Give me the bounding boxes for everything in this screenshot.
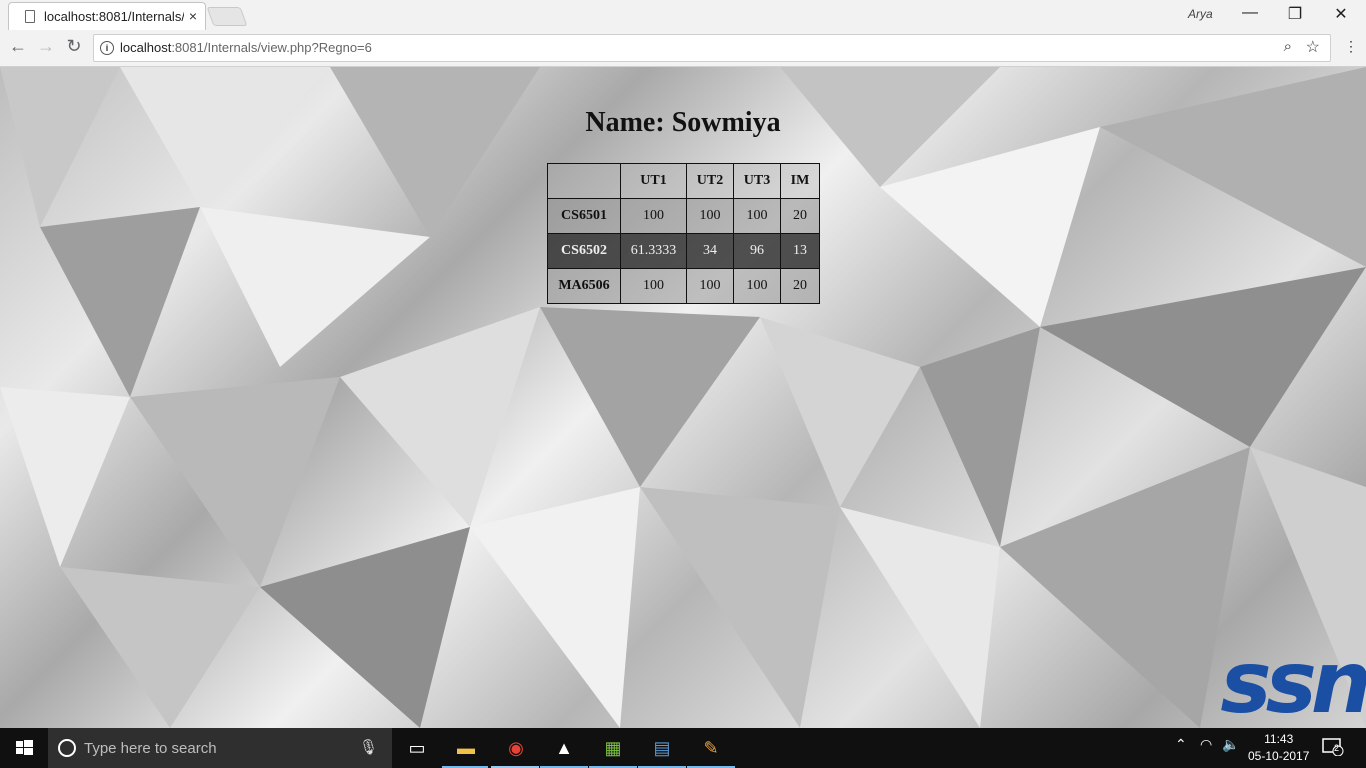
table-row: MA6506 100 100 100 20 [547, 268, 820, 304]
start-button[interactable] [0, 728, 48, 768]
zoom-icon[interactable]: ⌕ [1284, 38, 1292, 55]
notification-count: 2 [1334, 743, 1340, 753]
profile-name[interactable]: Arya [1188, 7, 1213, 21]
back-icon[interactable]: ← [7, 36, 29, 57]
mysql-icon[interactable]: ▤ [648, 734, 676, 762]
file-explorer-icon[interactable]: ▬ [452, 734, 480, 762]
spreadsheet-icon[interactable]: ▦ [599, 734, 627, 762]
ut2-cell: 100 [686, 198, 734, 234]
tab-title: localhost:8081/Internals/ [44, 9, 184, 24]
volume-icon[interactable]: 🔈 [1222, 736, 1239, 753]
header-cell: UT2 [686, 163, 734, 199]
close-window-icon[interactable]: ✕ [1331, 4, 1351, 24]
clock-time: 11:43 [1264, 732, 1294, 746]
new-tab-button[interactable] [206, 7, 248, 26]
table-row: CS6502 61.3333 34 96 13 [547, 233, 820, 269]
wifi-icon[interactable]: ◠ [1200, 736, 1212, 753]
im-cell: 20 [780, 198, 820, 234]
ut1-cell: 100 [620, 198, 687, 234]
address-bar[interactable]: i localhost:8081/Internals/view.php?Regn… [93, 34, 1331, 62]
im-cell: 20 [780, 268, 820, 304]
ssn-logo: ssn [1220, 633, 1366, 728]
ut2-cell: 34 [686, 233, 734, 269]
minimize-icon[interactable]: — [1240, 4, 1260, 22]
subject-cell: CS6502 [547, 233, 621, 269]
browser-tab[interactable]: localhost:8081/Internals/ × [8, 2, 206, 31]
page-icon [25, 10, 35, 23]
header-cell: UT1 [620, 163, 687, 199]
url-host: localhost [120, 40, 172, 55]
ut3-cell: 96 [733, 233, 781, 269]
paint-icon[interactable]: ✎ [697, 734, 725, 762]
cortana-icon[interactable] [58, 739, 76, 757]
address-url[interactable]: localhost:8081/Internals/view.php?Regno=… [120, 40, 372, 55]
table-header-row: UT1 UT2 UT3 IM [547, 163, 820, 199]
im-cell: 13 [780, 233, 820, 269]
header-cell: IM [780, 163, 820, 199]
menu-icon[interactable]: ⋮ [1344, 38, 1358, 55]
table-row: CS6501 100 100 100 20 [547, 198, 820, 234]
search-placeholder: Type here to search [84, 740, 217, 757]
url-path: :8081/Internals/view.php?Regno=6 [171, 40, 372, 55]
clock[interactable]: 11:43 05-10-2017 [1248, 731, 1309, 765]
notification-center-icon[interactable]: 2 [1322, 738, 1344, 757]
taskbar-search[interactable]: Type here to search 🎙 [48, 728, 392, 768]
browser-toolbar: ← → ↻ i localhost:8081/Internals/view.ph… [0, 30, 1366, 67]
taskbar: Type here to search 🎙 ▭ ▬ ◉ ▲ ▦ ▤ ✎ ⌃ ◠ … [0, 728, 1366, 768]
marks-table: UT1 UT2 UT3 IM CS6501 100 100 100 20 CS6… [547, 163, 820, 304]
ut3-cell: 100 [733, 198, 781, 234]
task-view-icon[interactable]: ▭ [403, 734, 431, 762]
microphone-icon[interactable]: 🎙 [359, 738, 378, 756]
ut1-cell: 61.3333 [620, 233, 687, 269]
tab-strip: localhost:8081/Internals/ × Arya — ❐ ✕ [0, 0, 1366, 31]
notification-bubble-icon [1322, 738, 1344, 757]
header-cell [547, 163, 621, 199]
student-name-heading: Name: Sowmiya [585, 107, 781, 138]
tab-close-icon[interactable]: × [189, 8, 197, 24]
forward-icon[interactable]: → [35, 36, 57, 57]
subject-cell: CS6501 [547, 198, 621, 234]
windows-icon [16, 740, 33, 755]
reload-icon[interactable]: ↻ [63, 36, 85, 57]
chrome-icon[interactable]: ◉ [502, 734, 530, 762]
show-hidden-icons[interactable]: ⌃ [1175, 736, 1187, 753]
ut2-cell: 100 [686, 268, 734, 304]
clock-date: 05-10-2017 [1248, 749, 1310, 763]
photos-icon[interactable]: ▲ [550, 734, 578, 762]
subject-cell: MA6506 [547, 268, 621, 304]
ut3-cell: 100 [733, 268, 781, 304]
screen: localhost:8081/Internals/ × Arya — ❐ ✕ ←… [0, 0, 1366, 768]
info-icon[interactable]: i [100, 41, 114, 55]
restore-icon[interactable]: ❐ [1285, 4, 1305, 24]
page-content: Name: Sowmiya UT1 UT2 UT3 IM CS6501 100 … [0, 67, 1366, 728]
header-cell: UT3 [733, 163, 781, 199]
ut1-cell: 100 [620, 268, 687, 304]
bookmark-star-icon[interactable]: ☆ [1306, 37, 1320, 57]
